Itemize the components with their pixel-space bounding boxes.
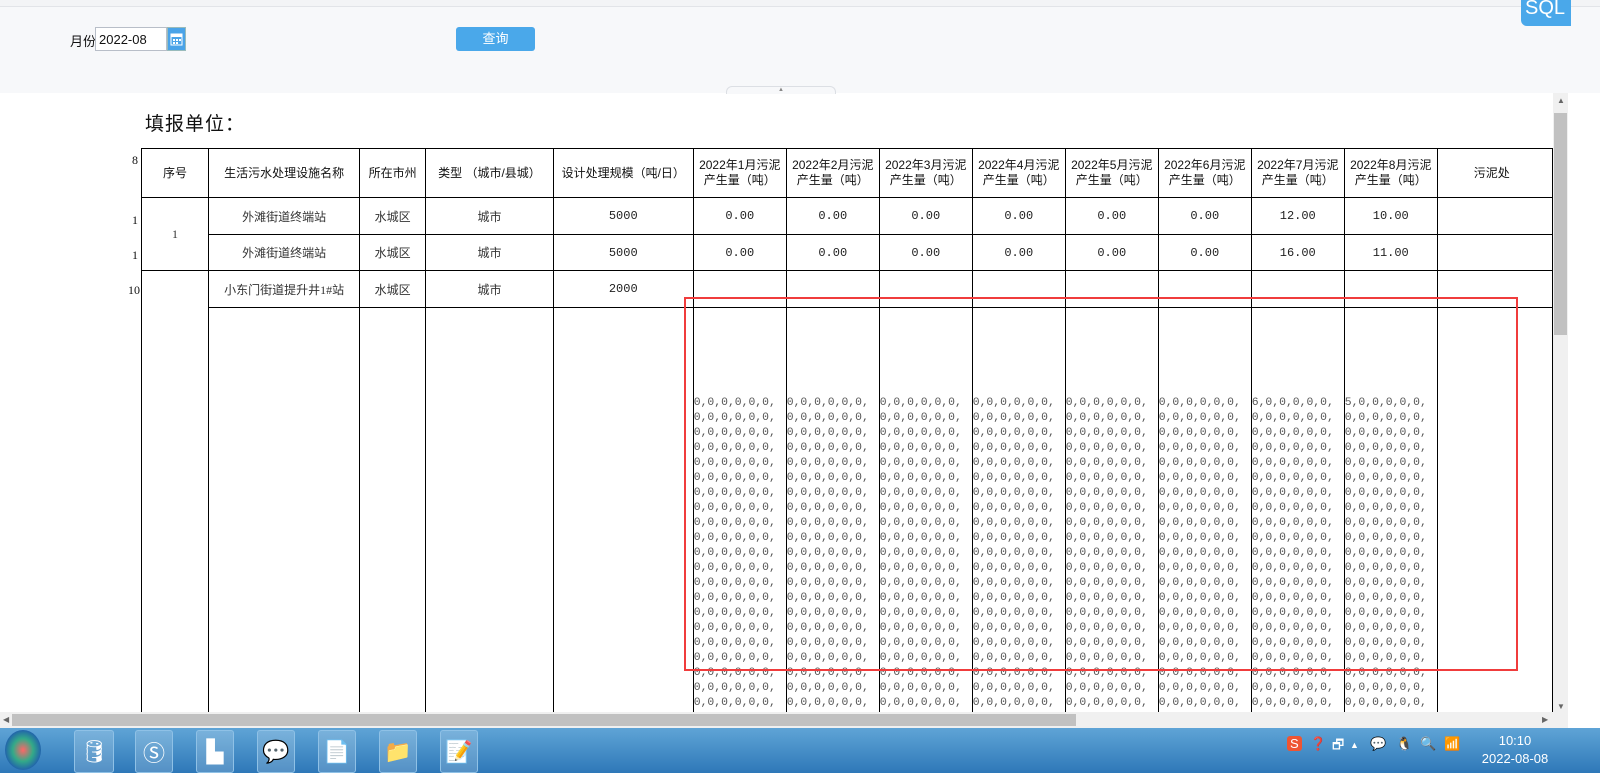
vertical-scrollbar[interactable]: ▲ xyxy=(1553,93,1568,712)
table-row: 1 外滩街道终端站 水城区 城市 5000 0.00 0.00 0.00 0.00 0.00 0.0… xyxy=(140,197,1553,271)
sludge-cell xyxy=(1436,234,1553,271)
taskbar: 🛢 Ⓢ ▙ 💬 📄 📁 📝 S ❓ 🗗 ▲ 💬 🐧 🔍 📶 10:10 2022-… xyxy=(0,728,1600,773)
top-strip xyxy=(0,0,1600,7)
scale-cell: 2000 xyxy=(552,270,694,308)
sludge-cell xyxy=(1436,197,1553,235)
city-cell: 水城区 xyxy=(359,234,427,271)
taskbar-db-tool-icon[interactable]: 🛢 xyxy=(74,730,114,773)
help-icon[interactable]: ❓ xyxy=(1310,736,1326,752)
name-cell: 小东门街道提升井1#站 xyxy=(208,270,361,308)
column-header: 2022年6月污泥产生量（吨） xyxy=(1157,148,1252,198)
column-header: 污泥处 xyxy=(1436,148,1553,198)
seq-cell: 1 xyxy=(140,197,210,271)
month-cell: 0.00 xyxy=(1064,197,1159,235)
network-signal-icon[interactable]: 📶 xyxy=(1444,736,1460,752)
month-cell: 0.00 xyxy=(692,234,787,271)
taskbar-archive-icon[interactable]: 📁 xyxy=(379,730,417,773)
type-cell: 城市 xyxy=(425,197,554,235)
horizontal-scrollbar[interactable]: ◀ ▶ ▼ xyxy=(0,702,1568,728)
taskbar-notepad-icon[interactable]: 📄 xyxy=(318,730,356,773)
column-header: 2022年5月污泥产生量（吨） xyxy=(1064,148,1159,198)
table-row: 外滩街道终端站 水城区 城市 5000 0.00 0.00 0.00 0.00 0.00 0.00… xyxy=(142,234,1553,271)
column-header: 所在市州 xyxy=(359,148,427,198)
month-label: 月份 xyxy=(70,34,97,49)
column-header: 2022年8月污泥产生量（吨） xyxy=(1343,148,1438,198)
month-cell: 10.00 xyxy=(1343,197,1438,235)
tray-expand-icon[interactable]: ▲ xyxy=(1350,740,1359,750)
column-header: 序号 xyxy=(140,148,210,198)
city-cell: 水城区 xyxy=(359,197,427,235)
month-cell: 0.00 xyxy=(971,234,1066,271)
taskbar-sogou-browser-icon[interactable]: Ⓢ xyxy=(135,730,173,773)
month-cell: 0.00 xyxy=(785,197,880,235)
month-cell: 16.00 xyxy=(1250,234,1345,271)
column-header: 类型 （城市/县城） xyxy=(425,148,554,198)
month-input[interactable]: 2022-08 xyxy=(95,27,167,51)
taskbar-feishu-icon[interactable]: ▙ xyxy=(196,730,234,773)
column-header: 2022年1月污泥产生量（吨） xyxy=(692,148,787,198)
month-cell: 0.00 xyxy=(971,197,1066,235)
tray-app-icon[interactable]: 🔍 xyxy=(1420,736,1436,752)
month-cell: 0.00 xyxy=(878,234,973,271)
month-cell: 0.00 xyxy=(785,234,880,271)
scale-cell: 5000 xyxy=(552,197,694,235)
scale-cell: 5000 xyxy=(552,234,694,271)
calendar-icon[interactable] xyxy=(167,27,186,51)
qq-icon[interactable]: 🐧 xyxy=(1396,736,1412,752)
sql-button[interactable]: SQL xyxy=(1521,0,1571,26)
empty-cell xyxy=(208,307,361,712)
row-number: 1 xyxy=(132,213,138,227)
taskbar-wechat-icon[interactable]: 💬 xyxy=(257,730,295,773)
type-cell: 城市 xyxy=(425,270,554,308)
month-cell: 11.00 xyxy=(1343,234,1438,271)
month-cell: 0.00 xyxy=(1064,234,1159,271)
month-cell: 0.00 xyxy=(1157,234,1252,271)
column-header: 生活污水处理设施名称 xyxy=(208,148,361,198)
month-cell: 0.00 xyxy=(1157,197,1252,235)
sogou-ime-icon[interactable]: S xyxy=(1287,736,1302,751)
empty-cell xyxy=(359,307,427,712)
column-header: 2022年7月污泥产生量（吨） xyxy=(1250,148,1345,198)
taskbar-notepad-plus-plus-icon[interactable]: 📝 xyxy=(440,730,478,773)
name-cell: 外滩街道终端站 xyxy=(208,234,361,271)
month-cell: 0.00 xyxy=(692,197,787,235)
report-title: 填报单位： xyxy=(145,113,246,135)
row-number: 10 xyxy=(128,283,140,297)
column-header: 2022年4月污泥产生量（吨） xyxy=(971,148,1066,198)
tray-wechat-icon[interactable]: 💬 xyxy=(1370,736,1386,752)
row-number: 8 xyxy=(132,153,138,167)
type-cell: 城市 xyxy=(425,234,554,271)
month-cell: 12.00 xyxy=(1250,197,1345,235)
name-cell: 外滩街道终端站 xyxy=(208,197,361,235)
start-button[interactable] xyxy=(5,730,41,770)
highlight-box xyxy=(684,297,1518,671)
column-header: 设计处理规模（吨/日） xyxy=(552,148,694,198)
clock[interactable]: 10:10 2022-08-08 xyxy=(1480,732,1550,768)
city-cell: 水城区 xyxy=(359,270,427,308)
query-button[interactable]: 查询 xyxy=(456,27,535,51)
column-header: 2022年3月污泥产生量（吨） xyxy=(878,148,973,198)
header-row: 序号 生活污水处理设施名称 所在市州 类型 （城市/县城） 设计处理规模（吨/日） 202… xyxy=(140,148,1553,198)
column-header: 2022年2月污泥产生量（吨） xyxy=(785,148,880,198)
empty-cell xyxy=(552,307,694,712)
filter-bar xyxy=(0,7,1600,93)
empty-cell xyxy=(425,307,554,712)
seq-cell xyxy=(140,270,210,712)
row-number: 1 xyxy=(132,248,138,262)
month-cell: 0.00 xyxy=(878,197,973,235)
window-switch-icon[interactable]: 🗗 xyxy=(1332,736,1344,758)
